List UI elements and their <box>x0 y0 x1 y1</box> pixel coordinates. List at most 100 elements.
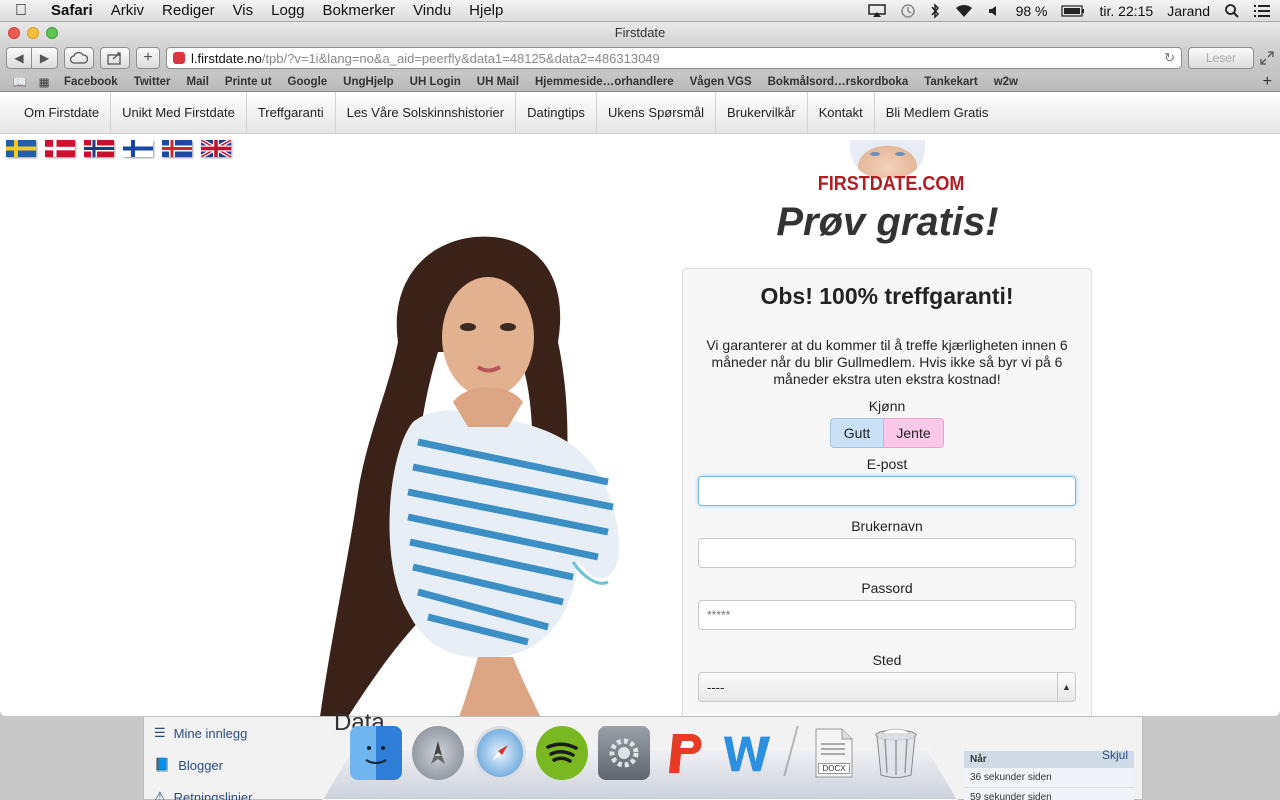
menu-vis[interactable]: Vis <box>224 2 263 19</box>
username-label: Brukernavn <box>851 518 923 534</box>
nav-om-firstdate[interactable]: Om Firstdate <box>13 92 112 134</box>
spotify-icon[interactable] <box>536 726 588 780</box>
bookmark-mail[interactable]: Mail <box>179 76 217 88</box>
address-bar[interactable]: l.firstdate.no /tpb/?v=1i&lang=no&a_aid=… <box>166 47 1182 69</box>
bg-item-label: Retningslinjer <box>173 789 253 800</box>
menu-hjelp[interactable]: Hjelp <box>460 2 512 19</box>
bg-item-blogger[interactable]: 📘 Blogger <box>154 749 252 781</box>
window-title-bar[interactable]: Firstdate <box>0 22 1280 44</box>
flag-uk-icon[interactable] <box>201 140 231 157</box>
battery-percent[interactable]: 98 % <box>1016 3 1048 19</box>
pages-app-icon[interactable] <box>660 726 712 780</box>
url-path: /tpb/?v=1i&lang=no&a_aid=peerfly&data1=4… <box>261 50 660 66</box>
location-select[interactable]: ---- ▲ <box>698 672 1076 702</box>
bookmark-printe-ut[interactable]: Printe ut <box>217 76 280 88</box>
flag-norway-icon[interactable] <box>84 140 114 157</box>
airplay-icon[interactable] <box>867 3 886 18</box>
icloud-tabs-button[interactable] <box>64 47 94 69</box>
reload-icon[interactable]: ↻ <box>1164 50 1175 66</box>
nav-treffgaranti[interactable]: Treffgaranti <box>247 92 336 134</box>
bluetooth-icon[interactable] <box>930 2 940 19</box>
user-name[interactable]: Jarand <box>1167 3 1210 19</box>
bookmark-w2w[interactable]: w2w <box>986 76 1026 88</box>
apple-menu-icon[interactable]:  <box>0 2 42 20</box>
wifi-icon[interactable] <box>954 4 974 18</box>
bookmark-unghjelp[interactable]: UngHjelp <box>335 76 401 88</box>
select-arrows-icon: ▲ <box>1057 673 1075 701</box>
finder-icon[interactable] <box>350 726 402 780</box>
gender-female-button[interactable]: Jente <box>884 418 944 448</box>
bookmark-hjemmeside[interactable]: Hjemmeside…orhandlere <box>527 76 682 88</box>
menu-vindu[interactable]: Vindu <box>404 2 460 19</box>
top-sites-icon[interactable]: ▦ <box>32 75 56 89</box>
model-photo <box>320 236 619 716</box>
nav-unikt-med-firstdate[interactable]: Unikt Med Firstdate <box>111 92 247 134</box>
zoom-window-button[interactable] <box>46 27 58 39</box>
web-page: Om Firstdate Unikt Med Firstdate Treffga… <box>0 92 1280 716</box>
word-app-icon[interactable] <box>722 726 774 780</box>
password-input[interactable] <box>698 600 1076 630</box>
bg-item-retningslinjer[interactable]: ⚠ Retningslinjer <box>154 781 252 800</box>
dock-icons: DOCX <box>350 726 922 780</box>
bookmark-tankekart[interactable]: Tankekart <box>916 76 985 88</box>
nav-bli-medlem-gratis[interactable]: Bli Medlem Gratis <box>875 92 1000 134</box>
close-window-button[interactable] <box>8 27 20 39</box>
menu-bar:  Safari Arkiv Rediger Vis Logg Bokmerke… <box>0 0 1280 22</box>
email-input[interactable] <box>698 476 1076 506</box>
safari-icon[interactable] <box>474 726 526 780</box>
trash-icon[interactable] <box>870 726 922 780</box>
email-label: E-post <box>866 456 908 472</box>
flag-iceland-icon[interactable] <box>162 140 192 157</box>
flag-sweden-icon[interactable] <box>6 140 36 157</box>
gender-label: Kjønn <box>868 398 906 414</box>
bookmark-bokmalsordboka[interactable]: Bokmålsord…rskordboka <box>760 76 917 88</box>
reading-list-icon[interactable]: 📖 <box>8 75 32 89</box>
firstdate-logo[interactable]: FIRSTDATE.COM <box>810 140 965 196</box>
bookmark-vagen-vgs[interactable]: Vågen VGS <box>682 76 760 88</box>
bookmark-uh-login[interactable]: UH Login <box>402 76 469 88</box>
system-preferences-icon[interactable] <box>598 726 650 780</box>
spotlight-search-icon[interactable] <box>1224 3 1240 19</box>
flag-denmark-icon[interactable] <box>45 140 75 157</box>
hide-toggle[interactable]: Skjul <box>1102 748 1128 765</box>
forward-button[interactable]: ▶ <box>32 47 58 69</box>
time-machine-icon[interactable] <box>900 3 916 19</box>
minimize-window-button[interactable] <box>27 27 39 39</box>
volume-icon[interactable] <box>988 4 1002 18</box>
add-bookmark-icon[interactable]: + <box>1263 73 1280 91</box>
menu-safari[interactable]: Safari <box>42 2 102 19</box>
nav-brukervilkar[interactable]: Brukervilkår <box>716 92 808 134</box>
new-tab-button[interactable]: + <box>136 47 160 69</box>
flag-finland-icon[interactable] <box>123 140 153 157</box>
reader-button[interactable]: Leser <box>1188 47 1254 69</box>
nav-ukens-sporsmal[interactable]: Ukens Spørsmål <box>597 92 717 134</box>
menu-arkiv[interactable]: Arkiv <box>102 2 153 19</box>
nav-kontakt[interactable]: Kontakt <box>808 92 875 134</box>
bg-item-mine-innlegg[interactable]: ☰ Mine innlegg <box>154 717 252 749</box>
tagline: Prøv gratis! <box>776 200 999 244</box>
expand-icon[interactable] <box>1260 51 1274 65</box>
table-header: Når Skjul <box>964 748 1134 768</box>
docx-document-icon[interactable]: DOCX <box>808 726 860 780</box>
background-sidebar: ☰ Mine innlegg 📘 Blogger ⚠ Retningslinjer <box>154 717 252 800</box>
nav-datingtips[interactable]: Datingtips <box>516 92 597 134</box>
bookmark-google[interactable]: Google <box>280 76 336 88</box>
gender-male-button[interactable]: Gutt <box>830 418 884 448</box>
bookmark-facebook[interactable]: Facebook <box>56 76 126 88</box>
bookmark-twitter[interactable]: Twitter <box>126 76 179 88</box>
nav-buttons: ◀ ▶ <box>6 47 58 69</box>
clock[interactable]: tir. 22:15 <box>1099 3 1153 19</box>
menu-bokmerker[interactable]: Bokmerker <box>314 2 405 19</box>
notification-center-icon[interactable] <box>1254 4 1270 18</box>
bg-item-label: Mine innlegg <box>173 725 248 741</box>
username-input[interactable] <box>698 538 1076 568</box>
menu-rediger[interactable]: Rediger <box>153 2 224 19</box>
menu-logg[interactable]: Logg <box>262 2 313 19</box>
bookmark-uh-mail[interactable]: UH Mail <box>469 76 527 88</box>
launchpad-icon[interactable] <box>412 726 464 780</box>
status-area: 98 % tir. 22:15 Jarand <box>867 2 1280 19</box>
back-button[interactable]: ◀ <box>6 47 32 69</box>
nav-solskinnshistorier[interactable]: Les Våre Solskinnshistorier <box>336 92 517 134</box>
share-button[interactable] <box>100 47 130 69</box>
battery-icon[interactable] <box>1061 4 1085 17</box>
